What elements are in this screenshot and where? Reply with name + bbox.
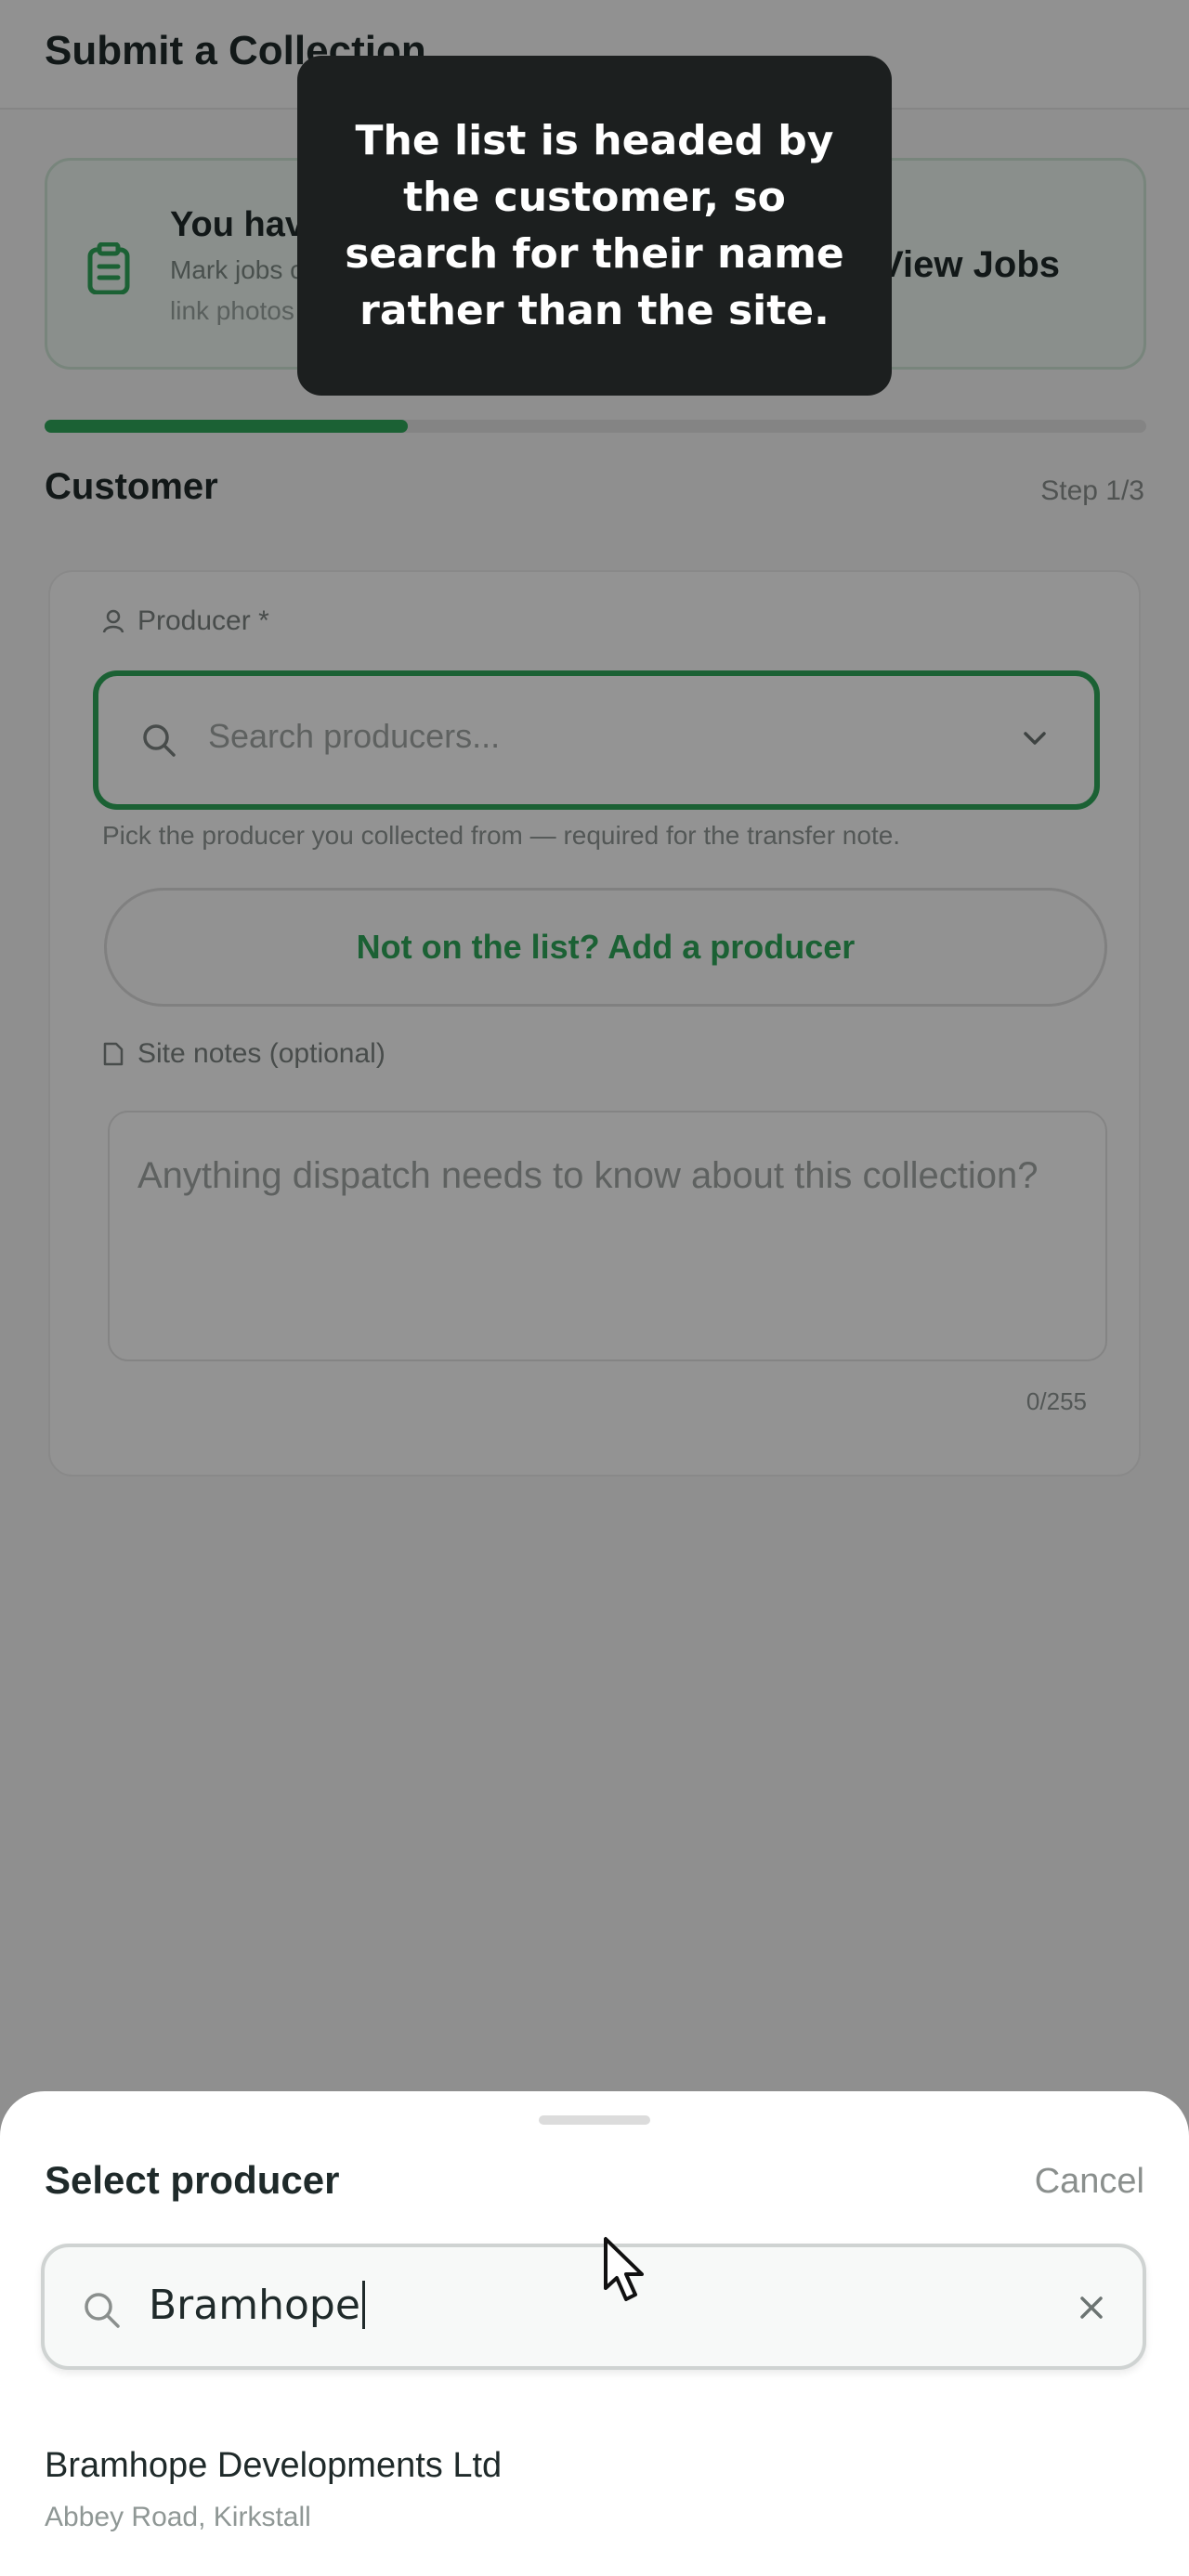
search-input-value: Bramhope bbox=[149, 2281, 360, 2329]
search-icon bbox=[85, 2293, 120, 2328]
sheet-title: Select producer bbox=[45, 2158, 340, 2202]
select-producer-sheet: Select producer Cancel Bramhope Bramhope… bbox=[0, 2091, 1189, 2576]
clear-icon[interactable] bbox=[1078, 2294, 1105, 2322]
producer-result-item[interactable]: Bramhope Developments Ltd Abbey Road, Ki… bbox=[0, 2440, 1189, 2576]
hint-tooltip-text: The list is headed by the customer, so s… bbox=[345, 117, 844, 334]
text-caret bbox=[361, 2281, 365, 2329]
producer-search-input[interactable]: Bramhope bbox=[41, 2244, 1146, 2370]
cancel-button[interactable]: Cancel bbox=[1035, 2162, 1144, 2202]
hint-tooltip: The list is headed by the customer, so s… bbox=[297, 56, 892, 396]
result-producer-name: Bramhope Developments Ltd bbox=[45, 2446, 503, 2485]
search-input-value-wrap: Bramhope bbox=[149, 2281, 365, 2329]
result-producer-address: Abbey Road, Kirkstall bbox=[45, 2502, 311, 2532]
mouse-pointer-icon bbox=[604, 2237, 644, 2301]
sheet-drag-handle[interactable] bbox=[539, 2115, 650, 2125]
